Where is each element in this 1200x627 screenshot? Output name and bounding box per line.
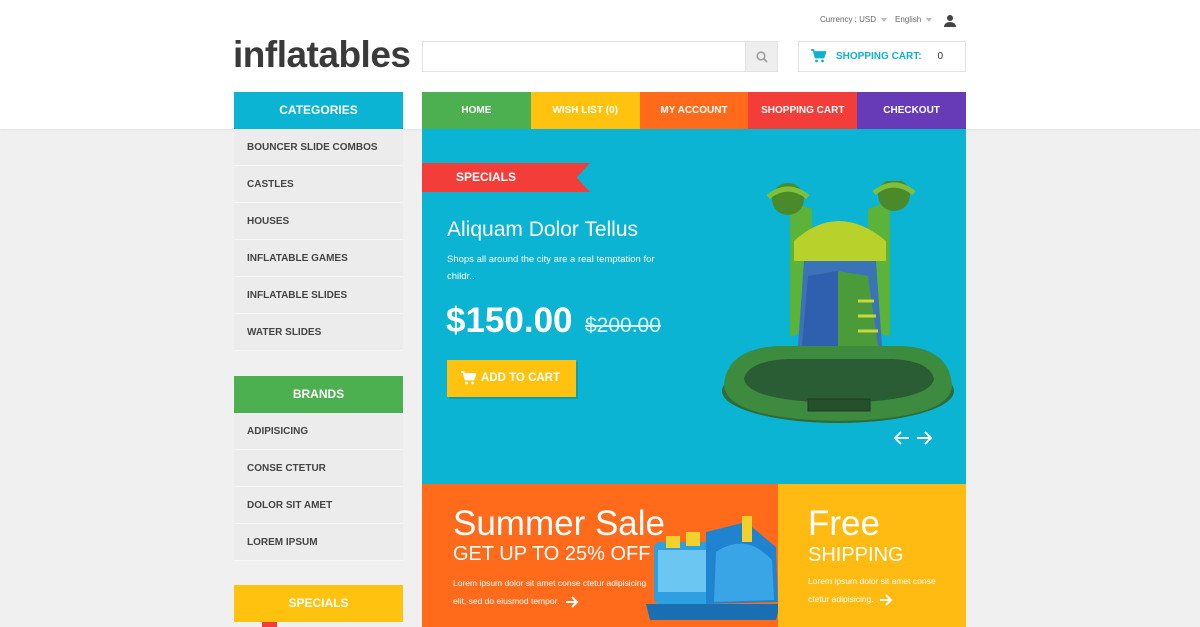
category-item[interactable]: CASTLES [234,166,403,203]
search-bar [422,41,778,72]
chevron-down-icon [881,17,888,22]
free-shipping-banner[interactable]: Free SHIPPING Lorem ipsum dolor sit amet… [778,484,966,627]
hero-description: Shops all around the city are a real tem… [447,254,655,282]
cart-icon [811,49,826,63]
price: $150.00 [446,301,573,340]
nav-account[interactable]: MY ACCOUNT [639,92,749,129]
brands-heading: BRANDS [234,376,403,413]
hero-slider: SPECIALS Aliquam Dolor Tellus Shops all … [422,129,966,484]
hero-title[interactable]: Aliquam Dolor Tellus [447,218,638,242]
user-icon[interactable] [943,14,957,33]
nav-shopping-cart[interactable]: SHOPPING CART [748,92,858,129]
categories-list: BOUNCER SLIDE COMBOS CASTLES HOUSES INFL… [234,129,403,351]
promo-text: Lorem ipsum dolor sit amet conse ctetur … [453,578,647,608]
search-button[interactable] [745,42,777,71]
brands-list: ADIPISICING CONSE CTETUR DOLOR SIT AMET … [234,413,403,561]
category-item[interactable]: INFLATABLE SLIDES [234,277,403,314]
language-label: English [895,15,922,24]
nav-checkout[interactable]: CHECKOUT [857,92,966,129]
main-nav: HOME WISH LIST (0) MY ACCOUNT SHOPPING C… [422,92,966,129]
nav-home[interactable]: HOME [422,92,531,129]
slider-arrows [893,431,933,450]
categories-heading: CATEGORIES [234,92,403,129]
cart-summary[interactable]: SHOPPING CART: 0 [798,41,966,72]
logo[interactable]: inflatables [233,34,411,76]
brand-item[interactable]: DOLOR SIT AMET [234,487,403,524]
nav-wishlist[interactable]: WISH LIST (0) [530,92,640,129]
add-to-cart-label: ADD TO CART [481,372,561,384]
brand-item[interactable]: LOREM IPSUM [234,524,403,561]
category-item[interactable]: INFLATABLE GAMES [234,240,403,277]
summer-sale-banner[interactable]: Summer Sale GET UP TO 25% OFF Lorem ipsu… [422,484,778,627]
search-input[interactable] [423,42,747,71]
water-slide-image[interactable] [718,181,958,426]
old-price: $200.00 [585,314,661,337]
cart-icon [461,371,476,385]
brand-item[interactable]: CONSE CTETUR [234,450,403,487]
bouncer-slide-image[interactable] [646,512,778,622]
category-item[interactable]: BOUNCER SLIDE COMBOS [234,129,403,166]
cart-label: SHOPPING CART: [836,51,922,62]
promo2-subtitle: SHIPPING [808,544,904,566]
currency-label: Currency : USD [820,15,877,24]
category-item[interactable]: HOUSES [234,203,403,240]
promo-subtitle: GET UP TO 25% OFF [453,543,651,565]
specials-ribbon: SPECIALS [422,163,590,192]
language-selector[interactable]: English [895,15,933,24]
search-icon [755,50,768,63]
promo-title: Summer Sale [453,504,666,543]
category-item[interactable]: WATER SLIDES [234,314,403,351]
arrow-right-icon[interactable] [916,431,933,450]
specials-heading: SPECIALS [234,585,403,622]
arrow-right-icon[interactable] [565,596,579,608]
currency-selector[interactable]: Currency : USD [820,15,888,24]
promo2-title: Free [808,504,880,543]
arrow-right-icon[interactable] [879,594,893,606]
arrow-left-icon[interactable] [893,431,910,450]
promo2-text: Lorem ipsum dolor sit amet conse ctetur … [808,576,936,606]
cart-count: 0 [937,51,943,62]
chevron-down-icon [926,17,933,22]
add-to-cart-button[interactable]: ADD TO CART [447,360,576,397]
specials-marker [262,622,277,627]
brand-item[interactable]: ADIPISICING [234,413,403,450]
